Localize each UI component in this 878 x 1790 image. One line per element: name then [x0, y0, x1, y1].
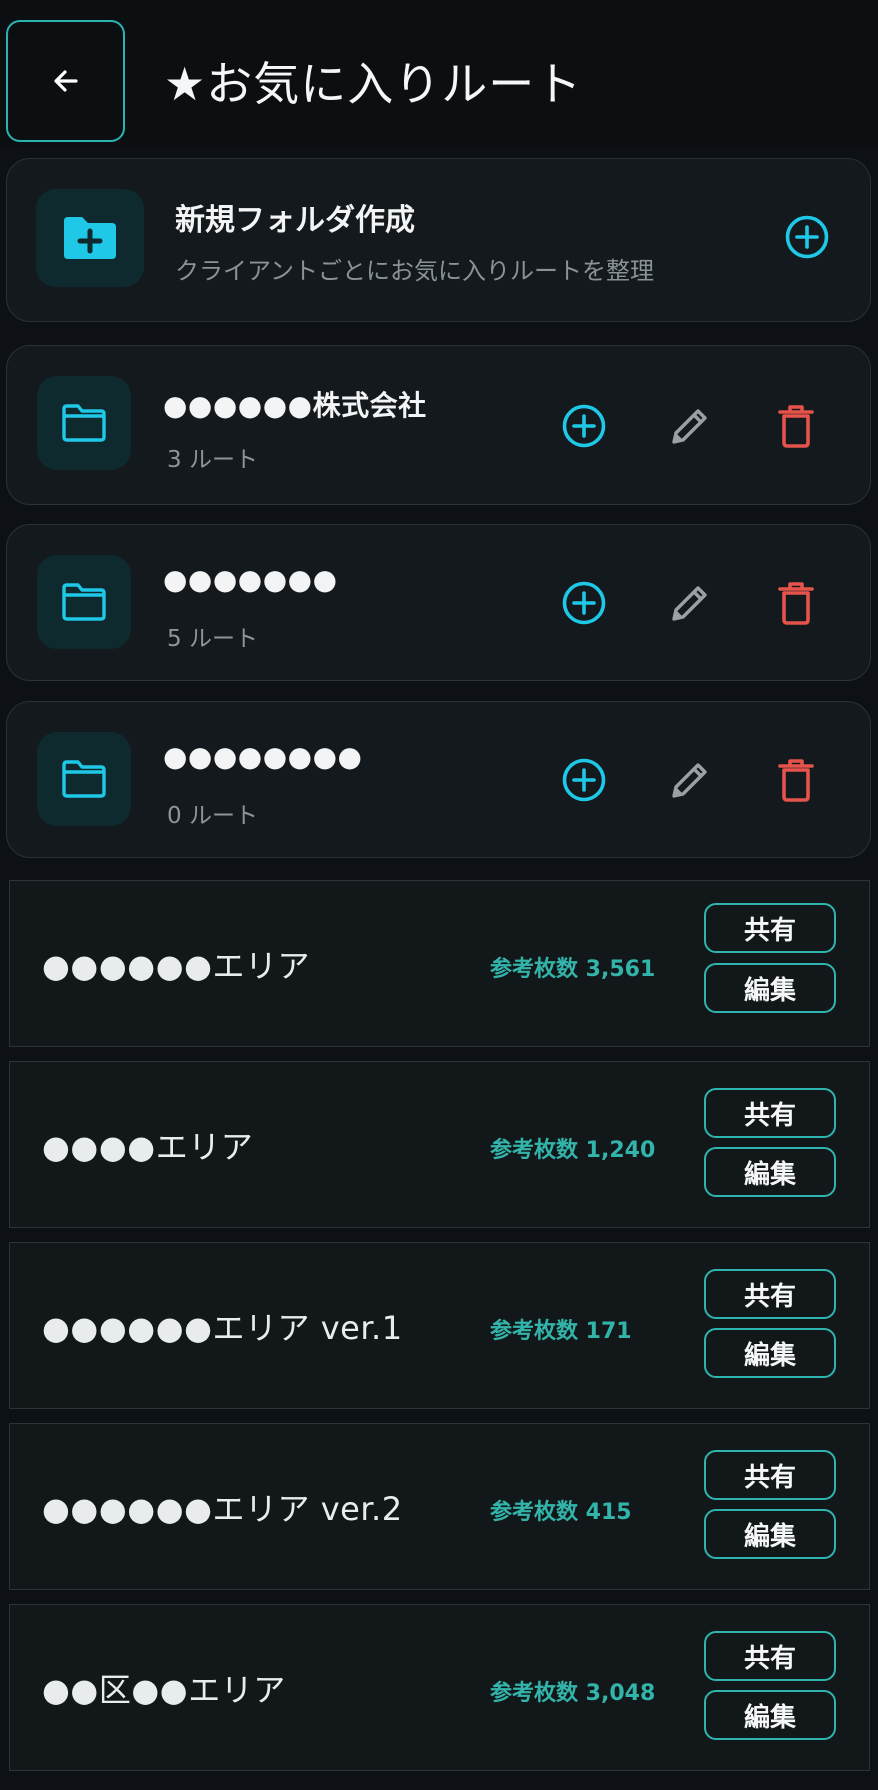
folder-icon — [62, 404, 106, 442]
new-folder-card[interactable]: 新規フォルダ作成 クライアントごとにお気に入りルートを整理 — [6, 158, 871, 322]
folder-card[interactable]: ●●●●●●● 5 ルート — [6, 524, 871, 681]
edit-folder-button[interactable] — [660, 396, 720, 456]
pencil-icon — [672, 586, 707, 621]
route-name: ●●区●●エリア — [42, 1671, 286, 1709]
app-header: ★お気に入りルート — [0, 0, 878, 146]
folder-tile — [37, 376, 131, 470]
route-reference-count: 参考枚数 415 — [490, 1500, 632, 1525]
add-route-button[interactable] — [554, 396, 614, 456]
delete-folder-button[interactable] — [766, 573, 826, 633]
edit-folder-button[interactable] — [660, 573, 720, 633]
delete-folder-button[interactable] — [766, 396, 826, 456]
edit-route-button[interactable]: 編集 — [704, 1328, 836, 1378]
new-folder-title: 新規フォルダ作成 — [175, 203, 415, 238]
route-reference-count: 参考枚数 3,048 — [490, 1681, 656, 1706]
route-row: ●●●●エリア 参考枚数 1,240 共有 編集 — [9, 1061, 870, 1228]
share-button[interactable]: 共有 — [704, 903, 836, 953]
folder-route-count: 3 ルート — [167, 447, 258, 473]
share-button[interactable]: 共有 — [704, 1450, 836, 1500]
trash-icon — [778, 759, 814, 802]
route-name: ●●●●●●エリア ver.2 — [42, 1490, 403, 1528]
trash-icon — [778, 582, 814, 625]
folder-icon — [62, 583, 106, 621]
route-row: ●●●●●●エリア ver.2 参考枚数 415 共有 編集 — [9, 1423, 870, 1590]
folder-tile — [37, 555, 131, 649]
back-button[interactable] — [6, 20, 125, 142]
share-button[interactable]: 共有 — [704, 1631, 836, 1681]
folder-plus-icon — [64, 217, 116, 259]
edit-route-button[interactable]: 編集 — [704, 1509, 836, 1559]
plus-circle-icon — [562, 404, 606, 448]
route-row: ●●区●●エリア 参考枚数 3,048 共有 編集 — [9, 1604, 870, 1771]
folder-tile — [37, 732, 131, 826]
pencil-icon — [672, 763, 707, 798]
folder-route-count: 5 ルート — [167, 626, 258, 652]
edit-route-button[interactable]: 編集 — [704, 1690, 836, 1740]
edit-folder-button[interactable] — [660, 750, 720, 810]
share-button[interactable]: 共有 — [704, 1269, 836, 1319]
folder-name: ●●●●●●株式会社 — [163, 389, 427, 422]
plus-circle-icon — [562, 758, 606, 802]
route-name: ●●●●エリア — [42, 1128, 254, 1166]
page-title: ★お気に入りルート — [164, 57, 583, 111]
folder-card[interactable]: ●●●●●●株式会社 3 ルート — [6, 345, 871, 505]
new-folder-subtitle: クライアントごとにお気に入りルートを整理 — [175, 257, 655, 285]
share-button[interactable]: 共有 — [704, 1088, 836, 1138]
route-row: ●●●●●●エリア 参考枚数 3,561 共有 編集 — [9, 880, 870, 1047]
folder-route-count: 0 ルート — [167, 803, 258, 829]
delete-folder-button[interactable] — [766, 750, 826, 810]
add-route-button[interactable] — [554, 750, 614, 810]
new-folder-tile — [36, 189, 144, 287]
folder-card[interactable]: ●●●●●●●● 0 ルート — [6, 701, 871, 858]
pencil-icon — [672, 409, 707, 444]
edit-route-button[interactable]: 編集 — [704, 963, 836, 1013]
arrow-left-icon — [53, 70, 78, 92]
edit-route-button[interactable]: 編集 — [704, 1147, 836, 1197]
route-row: ●●●●●●エリア ver.1 参考枚数 171 共有 編集 — [9, 1242, 870, 1409]
add-route-button[interactable] — [554, 573, 614, 633]
folder-name: ●●●●●●● — [163, 563, 338, 596]
plus-circle-icon — [562, 581, 606, 625]
plus-circle-icon — [785, 215, 829, 259]
create-folder-button[interactable] — [777, 207, 837, 267]
route-reference-count: 参考枚数 1,240 — [490, 1138, 656, 1163]
route-name: ●●●●●●エリア ver.1 — [42, 1309, 403, 1347]
route-name: ●●●●●●エリア — [42, 947, 311, 985]
folder-icon — [62, 760, 106, 798]
route-reference-count: 参考枚数 171 — [490, 1319, 632, 1344]
route-reference-count: 参考枚数 3,561 — [490, 957, 656, 982]
trash-icon — [778, 405, 814, 448]
folder-name: ●●●●●●●● — [163, 740, 363, 773]
